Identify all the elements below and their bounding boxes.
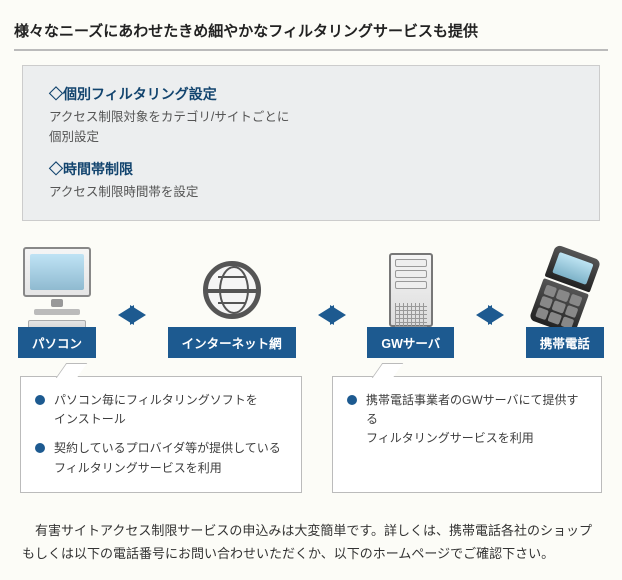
node-mobile: 携帯電話 [526,251,604,358]
bullet-item: 携帯電話事業者のGWサーバにて提供する フィルタリングサービスを利用 [347,391,587,449]
bullet-icon [35,443,45,453]
bullet-item: パソコン毎にフィルタリングソフトを インストール [35,391,287,429]
label-gw: GWサーバ [367,327,454,358]
computer-icon [23,247,91,334]
info-panel: ◇個別フィルタリング設定 アクセス制限対象をカテゴリ/サイトごとに 個別設定 ◇… [22,65,600,221]
info-text-1: アクセス制限対象をカテゴリ/サイトごとに 個別設定 [49,107,573,147]
arrow-right-icon [488,305,504,325]
bullet-text: 携帯電話事業者のGWサーバにて提供する フィルタリングサービスを利用 [366,391,587,449]
arrow-right-icon [130,305,146,325]
bullet-icon [347,395,357,405]
label-internet: インターネット網 [168,327,296,358]
arrow-net-gw [320,305,344,325]
arrow-gw-mobile [478,305,502,325]
label-pc: パソコン [18,327,96,358]
globe-icon [197,255,267,325]
node-pc: パソコン [18,251,96,358]
bullet-text: パソコン毎にフィルタリングソフトを インストール [54,391,258,429]
info-heading-1: ◇個別フィルタリング設定 [49,84,573,104]
bullet-item: 契約しているプロバイダ等が提供している フィルタリングサービスを利用 [35,439,287,477]
node-gw: GWサーバ [367,251,454,358]
arrow-pc-net [120,305,144,325]
server-icon [389,253,433,327]
footer-note: 有害サイトアクセス制限サービスの申込みは大変簡単です。詳しくは、携帯電話各社のシ… [14,493,608,570]
bullet-icon [35,395,45,405]
info-text-2: アクセス制限時間帯を設定 [49,182,573,202]
mobile-phone-icon [529,244,601,336]
arrow-right-icon [330,305,346,325]
page-title: 様々なニーズにあわせたきめ細やかなフィルタリングサービスも提供 [14,20,608,51]
label-mobile: 携帯電話 [526,327,604,358]
callout-pc: パソコン毎にフィルタリングソフトを インストール 契約しているプロバイダ等が提供… [20,376,302,493]
info-heading-2: ◇時間帯制限 [49,159,573,179]
network-diagram: パソコン インターネット網 GWサーバ [14,241,608,358]
node-internet: インターネット網 [168,251,296,358]
bullet-text: 契約しているプロバイダ等が提供している フィルタリングサービスを利用 [54,439,281,477]
callout-mobile: 携帯電話事業者のGWサーバにて提供する フィルタリングサービスを利用 [332,376,602,493]
